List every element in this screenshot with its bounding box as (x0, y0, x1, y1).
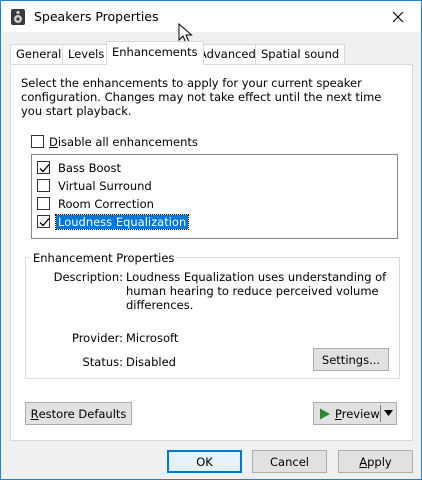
enhancements-description: Select the enhancements to apply for you… (21, 76, 382, 118)
preview-label: Preview (335, 406, 380, 421)
disable-all-label: Disable all enhancements (49, 135, 198, 149)
loudness-equalization-label: Loudness Equalization (54, 214, 190, 230)
bass-boost-label: Bass Boost (58, 161, 122, 175)
list-item-loudness-equalization[interactable]: Loudness Equalization (37, 214, 337, 231)
disable-all-enhancements-checkbox[interactable]: Disable all enhancements (31, 134, 231, 150)
play-icon (320, 408, 330, 419)
cancel-button[interactable]: Cancel (252, 450, 327, 473)
provider-value: Microsoft (126, 331, 179, 345)
virtual-surround-checkbox[interactable] (37, 179, 50, 192)
list-item-room-correction[interactable]: Room Correction (37, 196, 337, 213)
list-item-virtual-surround[interactable]: Virtual Surround (37, 178, 337, 195)
enhancement-properties-title: Enhancement Properties (30, 251, 178, 265)
title-bar[interactable]: Speakers Properties (1, 1, 421, 32)
check-icon (39, 164, 50, 173)
settings-button[interactable]: Settings... (313, 348, 389, 371)
preview-split-button[interactable]: Preview (313, 402, 397, 425)
dropdown-arrow-icon[interactable] (384, 410, 393, 416)
loudness-equalization-checkbox[interactable] (37, 215, 50, 228)
bass-boost-checkbox[interactable] (37, 161, 50, 174)
virtual-surround-label: Virtual Surround (58, 179, 152, 193)
window-title: Speakers Properties (34, 9, 159, 24)
provider-label: Provider: (71, 331, 123, 345)
apply-button[interactable]: Apply (338, 450, 413, 473)
ok-button[interactable]: OK (167, 450, 242, 473)
check-icon (39, 218, 50, 227)
restore-defaults-button[interactable]: Restore Defaults (25, 402, 132, 425)
status-label: Status: (82, 355, 123, 369)
split-divider (380, 405, 381, 422)
description-value: Loudness Equalization uses understanding… (126, 270, 387, 312)
tab-spatial-sound[interactable]: Spatial sound (255, 44, 346, 64)
list-item-bass-boost[interactable]: Bass Boost (37, 160, 337, 177)
description-label: Description: (53, 270, 123, 284)
close-icon (392, 11, 404, 22)
close-button[interactable] (375, 1, 421, 32)
room-correction-checkbox[interactable] (37, 197, 50, 210)
tab-general[interactable]: General (10, 44, 68, 64)
disable-all-checkbox-box[interactable] (31, 135, 44, 148)
enhancements-list[interactable]: Bass Boost Virtual Surround Room Correct… (31, 154, 398, 239)
speaker-icon (11, 9, 25, 25)
speakers-properties-dialog: Speakers Properties General Levels Enhan… (0, 0, 422, 480)
tab-enhancements[interactable]: Enhancements (106, 41, 204, 65)
tab-levels[interactable]: Levels (62, 44, 111, 64)
room-correction-label: Room Correction (58, 197, 154, 211)
